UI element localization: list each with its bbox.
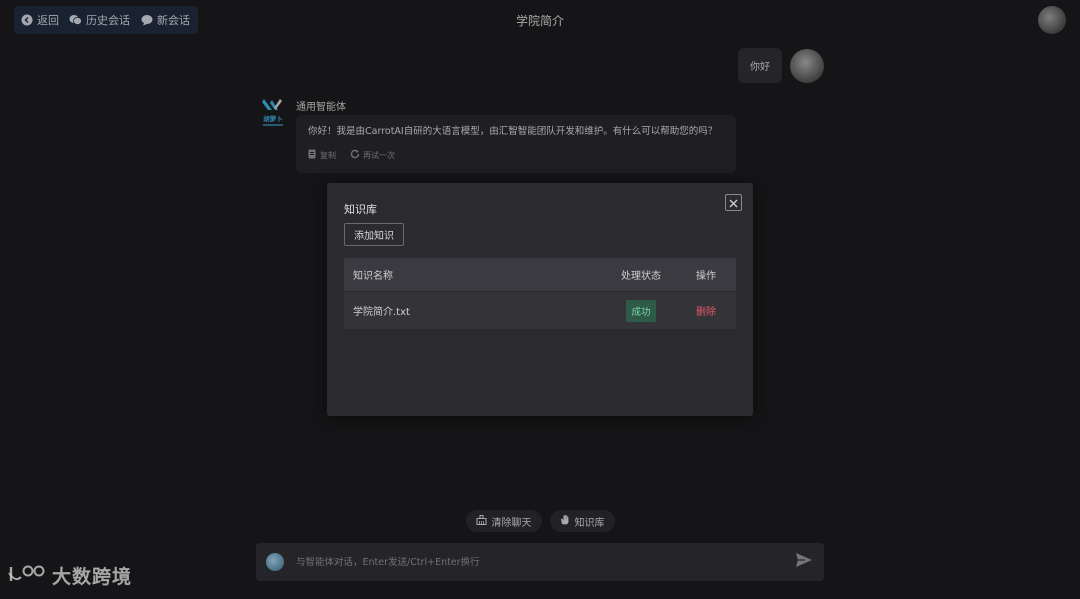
knowledge-table: 知识名称 处理状态 操作 学院简介.txt 成功 删除 [344, 258, 736, 329]
knowledge-base-modal: 知识库 添加知识 知识名称 处理状态 操作 学院简介.txt 成功 删除 [327, 183, 753, 416]
column-header-name: 知识名称 [353, 271, 393, 282]
status-cell: 成功 [606, 299, 676, 322]
knowledge-file-name: 学院简介.txt [353, 307, 410, 318]
modal-title: 知识库 [344, 203, 377, 216]
add-knowledge-button[interactable]: 添加知识 [344, 223, 404, 246]
column-header-status: 处理状态 [621, 271, 661, 282]
table-row: 学院简介.txt 成功 删除 [344, 291, 736, 329]
column-header-action: 操作 [696, 271, 716, 282]
status-badge: 成功 [626, 299, 656, 322]
table-header: 知识名称 处理状态 操作 [344, 258, 736, 291]
close-icon [729, 193, 738, 212]
close-button[interactable] [725, 194, 742, 211]
action-cell: 删除 [676, 303, 736, 318]
delete-link[interactable]: 删除 [696, 307, 716, 318]
